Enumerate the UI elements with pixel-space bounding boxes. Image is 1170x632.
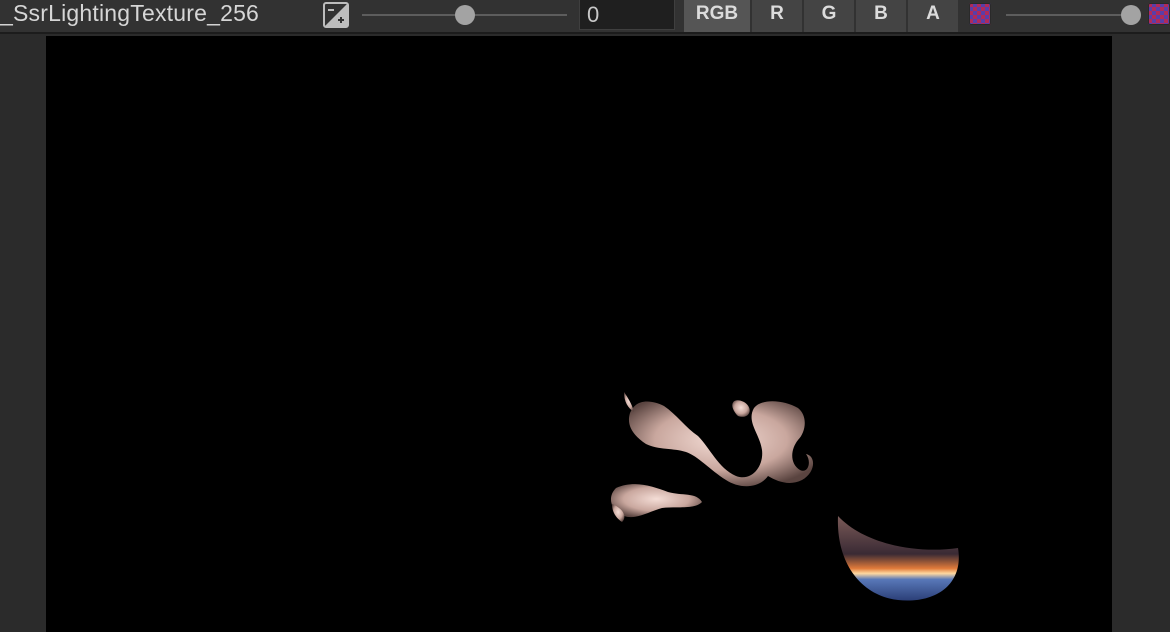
texture-preview-toolbar: _SsrLightingTexture_256 0 RGB R G B A xyxy=(0,0,1170,34)
channel-a-button[interactable]: A xyxy=(908,0,958,32)
slider-thumb[interactable] xyxy=(1121,5,1142,25)
checkerboard-icon[interactable] xyxy=(1148,3,1170,25)
dragon-shape xyxy=(610,392,814,522)
checkerboard-icon[interactable] xyxy=(969,3,991,25)
mip-level-field[interactable]: 0 xyxy=(579,0,675,30)
texture-viewport[interactable] xyxy=(46,36,1112,632)
left-gutter xyxy=(0,36,46,632)
texture-name-label: _SsrLightingTexture_256 xyxy=(0,0,260,26)
channel-r-button[interactable]: R xyxy=(752,0,802,32)
mip-level-slider[interactable] xyxy=(362,2,567,25)
channel-b-button[interactable]: B xyxy=(856,0,906,32)
slider-thumb[interactable] xyxy=(454,5,475,25)
right-gutter xyxy=(1113,36,1170,632)
alpha-blend-slider[interactable] xyxy=(1006,2,1142,25)
channel-g-button[interactable]: G xyxy=(804,0,854,32)
slider-track xyxy=(1006,14,1134,16)
sphere-shape xyxy=(837,516,959,601)
texture-image xyxy=(610,392,959,601)
channel-rgb-button[interactable]: RGB xyxy=(684,0,750,32)
exposure-icon[interactable] xyxy=(323,2,349,28)
